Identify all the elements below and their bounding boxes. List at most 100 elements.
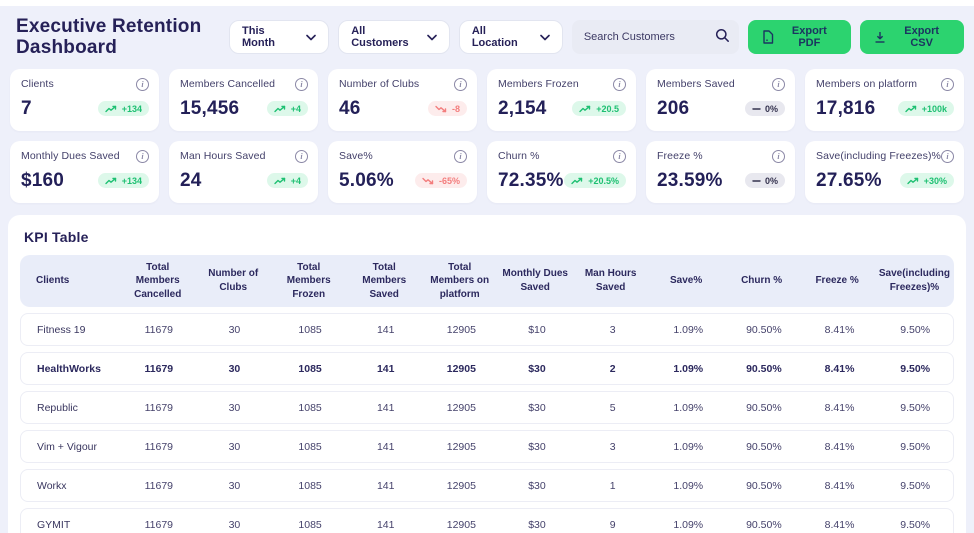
info-icon[interactable]: i: [772, 78, 785, 91]
kpi-card: Monthly Dues Saved i $160+134: [10, 141, 159, 203]
table-cell: 1.09%: [650, 519, 726, 531]
info-icon[interactable]: i: [454, 150, 467, 163]
table-cell-client: GYMIT: [21, 519, 121, 531]
kpi-card-bottom: 46-8: [339, 98, 467, 120]
table-row[interactable]: Workx1167930108514112905$3011.09%90.50%8…: [20, 469, 954, 502]
kpi-card-bottom: 72.35%+20.5%: [498, 170, 626, 192]
kpi-card: Save%i 5.06% -65%: [328, 141, 477, 203]
table-cell-client: Workx: [21, 480, 121, 492]
kpi-card-label: Freeze %: [657, 150, 703, 162]
table-row[interactable]: Fitness 191167930108514112905$1031.09%90…: [20, 313, 954, 346]
kpi-card: Members on platformi 17,816+100k: [805, 69, 964, 131]
table-cell: $30: [499, 402, 575, 414]
kpi-trend-badge-text: -8: [452, 104, 460, 114]
table-cell: 9: [575, 519, 651, 531]
kpi-card-top: Churn %i: [498, 150, 626, 163]
info-icon[interactable]: i: [613, 150, 626, 163]
kpi-card-label: Members Frozen: [498, 78, 579, 90]
kpi-trend-badge-text: -65%: [439, 176, 460, 186]
table-column-header: Total Members on platform: [422, 261, 498, 302]
kpi-card: Freeze % i 23.59% 0%: [646, 141, 795, 203]
table-cell: 9.50%: [877, 363, 953, 375]
kpi-card-bottom: 2060%: [657, 98, 785, 120]
kpi-card-top: Members on platformi: [816, 78, 954, 91]
table-row[interactable]: Vim + Vigour1167930108514112905$3031.09%…: [20, 430, 954, 463]
table-cell: 90.50%: [726, 402, 802, 414]
kpi-card-top: Freeze % i: [657, 150, 785, 163]
table-cell: 11679: [121, 402, 197, 414]
trend-down-icon: [435, 105, 448, 113]
table-cell: 30: [197, 363, 273, 375]
table-cell: 141: [348, 480, 424, 492]
info-icon[interactable]: i: [295, 78, 308, 91]
page-title: Executive Retention Dashboard: [16, 16, 221, 59]
table-cell: 90.50%: [726, 519, 802, 531]
kpi-card-bottom: $160+134: [21, 170, 149, 192]
table-cell: 30: [197, 480, 273, 492]
kpi-card-value: 72.35%: [498, 170, 564, 192]
kpi-card-top: Members Frozen i: [498, 78, 626, 91]
table-cell: 2: [575, 363, 651, 375]
period-dropdown-value: This Month: [242, 25, 296, 49]
info-icon[interactable]: i: [772, 150, 785, 163]
table-cell: $30: [499, 480, 575, 492]
table-cell: 141: [348, 519, 424, 531]
table-cell: 1085: [272, 480, 348, 492]
table-cell: 3: [575, 324, 651, 336]
table-row[interactable]: GYMIT1167930108514112905$3091.09%90.50%8…: [20, 508, 954, 533]
kpi-card-value: 5.06%: [339, 170, 394, 192]
table-cell: 1085: [272, 441, 348, 453]
kpi-card-top: Save(including Freezes)%i: [816, 150, 954, 163]
kpi-trend-badge: +134: [98, 173, 149, 188]
table-cell: 90.50%: [726, 363, 802, 375]
table-cell: 1.09%: [650, 324, 726, 336]
table-cell: 9.50%: [877, 441, 953, 453]
table-cell: 9.50%: [877, 519, 953, 531]
info-icon[interactable]: i: [136, 78, 149, 91]
kpi-card-value: 24: [180, 170, 202, 192]
table-cell: 5: [575, 402, 651, 414]
export-csv-button[interactable]: Export CSV: [860, 20, 964, 54]
info-icon[interactable]: i: [454, 78, 467, 91]
kpi-card-value: 23.59%: [657, 170, 723, 192]
kpi-card-top: Save%i: [339, 150, 467, 163]
search-icon[interactable]: [715, 28, 730, 48]
kpi-table-section: KPI Table ClientsTotal Members Cancelled…: [8, 215, 966, 533]
location-dropdown-value: All Location: [472, 25, 530, 49]
info-icon[interactable]: i: [941, 78, 954, 91]
location-dropdown[interactable]: All Location: [459, 20, 563, 54]
customers-dropdown[interactable]: All Customers: [338, 20, 450, 54]
info-icon[interactable]: i: [136, 150, 149, 163]
kpi-trend-badge-text: +100k: [922, 104, 947, 114]
trend-flat-icon: [752, 105, 761, 113]
period-dropdown[interactable]: This Month: [229, 20, 329, 54]
table-cell: 90.50%: [726, 441, 802, 453]
kpi-card-value: 27.65%: [816, 170, 882, 192]
kpi-card-top: Clientsi: [21, 78, 149, 91]
info-icon[interactable]: i: [613, 78, 626, 91]
info-icon[interactable]: i: [941, 150, 954, 163]
table-column-header: Churn %: [724, 274, 799, 288]
kpi-card-label: Monthly Dues Saved: [21, 150, 120, 162]
kpi-card-bottom: 17,816+100k: [816, 98, 954, 120]
table-cell-client: Fitness 19: [21, 324, 121, 336]
table-cell: 1.09%: [650, 363, 726, 375]
info-icon[interactable]: i: [295, 150, 308, 163]
kpi-card-label: Save(including Freezes)%: [816, 150, 941, 162]
kpi-card: Man Hours Savedi24+4: [169, 141, 318, 203]
kpi-card-top: Members Savedi: [657, 78, 785, 91]
search-input[interactable]: [572, 20, 739, 54]
table-row[interactable]: HealthWorks1167930108514112905$3021.09%9…: [20, 352, 954, 385]
export-pdf-button[interactable]: Export PDF: [748, 20, 851, 54]
trend-down-icon: [422, 177, 435, 185]
kpi-card: Members Cancelledi15,456+4: [169, 69, 318, 131]
kpi-trend-badge: -8: [428, 101, 467, 116]
kpi-trend-badge-text: 0%: [765, 176, 778, 186]
table-row[interactable]: Republic1167930108514112905$3051.09%90.5…: [20, 391, 954, 424]
export-pdf-label: Export PDF: [781, 25, 837, 49]
table-cell: 90.50%: [726, 324, 802, 336]
table-header-row: ClientsTotal Members CancelledNumber of …: [20, 255, 954, 308]
table-cell: 8.41%: [802, 480, 878, 492]
table-cell: 12905: [424, 363, 500, 375]
table-cell: 1085: [272, 519, 348, 531]
